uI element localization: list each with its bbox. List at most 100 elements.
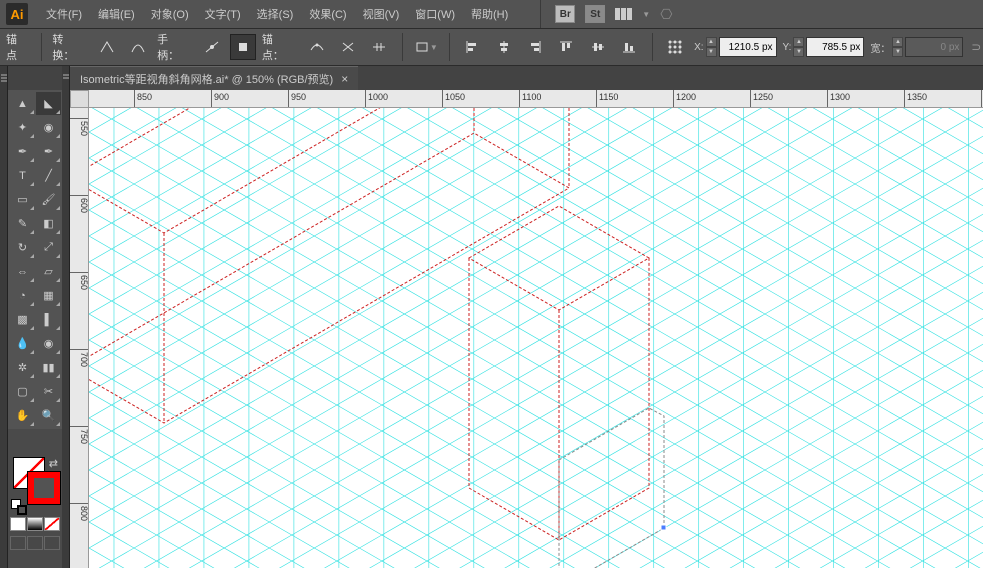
magic-wand-tool-icon: ✦	[18, 121, 27, 134]
y-stepper[interactable]: ▲▼	[793, 37, 804, 57]
magic-wand-tool[interactable]: ✦	[10, 116, 35, 139]
slice-tool[interactable]: ✂	[36, 380, 61, 403]
pen-tool[interactable]: ✒	[10, 140, 35, 163]
shape-builder-tool[interactable]: ◔	[10, 284, 35, 307]
color-mode-solid[interactable]	[10, 517, 26, 531]
zoom-tool-icon: 🔍	[42, 409, 56, 422]
handle-label: 手柄：	[157, 31, 189, 63]
isolate-button[interactable]: ▼	[413, 34, 439, 60]
selection-tool-icon: ▲	[17, 98, 28, 110]
swap-fill-stroke-icon[interactable]: ⇄	[49, 457, 58, 470]
control-bar: 锚点 转换： 手柄： 锚点： ▼ X: ▲▼ Y: ▲▼ 宽： ▲▼ ⊃	[0, 28, 983, 66]
zoom-tool[interactable]: 🔍	[36, 404, 61, 427]
fill-stroke-control[interactable]: ⇄	[8, 455, 62, 510]
pencil-tool[interactable]: ✎	[10, 212, 35, 235]
x-input[interactable]	[719, 37, 777, 57]
curvature-tool[interactable]: ✒	[36, 140, 61, 163]
ruler-vertical[interactable]: 550600650700750800	[70, 108, 89, 568]
close-icon[interactable]: ×	[341, 72, 348, 86]
symbol-sprayer-tool[interactable]: ✲	[10, 356, 35, 379]
graph-tool-icon: ▮▮	[42, 361, 54, 374]
rotate-tool[interactable]: ↻	[10, 236, 35, 259]
free-transform-tool[interactable]: ▱	[36, 260, 61, 283]
default-stroke-icon[interactable]	[17, 505, 27, 515]
remove-anchor-button[interactable]	[304, 34, 329, 60]
stroke-swatch[interactable]	[28, 472, 60, 504]
eyedropper-tool[interactable]: 💧	[10, 332, 35, 355]
menu-type[interactable]: 文字(T)	[197, 2, 249, 26]
handle-show-button[interactable]	[199, 34, 224, 60]
menu-object[interactable]: 对象(O)	[143, 2, 197, 26]
align-hcenter-button[interactable]	[491, 34, 516, 60]
symbol-sprayer-tool-icon: ✲	[18, 361, 27, 374]
direct-selection-tool[interactable]: ◣	[36, 92, 61, 115]
rectangle-tool[interactable]: ▭	[10, 188, 35, 211]
blend-tool-icon: ◉	[44, 337, 54, 350]
gradient-tool[interactable]: ▌	[36, 308, 61, 331]
align-bottom-button[interactable]	[616, 34, 641, 60]
draw-normal[interactable]	[10, 536, 26, 550]
menu-effect[interactable]: 效果(C)	[301, 2, 354, 26]
type-tool[interactable]: T	[10, 164, 35, 187]
width-tool-icon: ⇔	[17, 266, 28, 278]
toolbox: ▲◣✦◉✒✒T╱▭🖌✎◧↻⤢⇔▱◔▦▩▌💧◉✲▮▮▢✂✋🔍	[8, 90, 62, 429]
width-tool[interactable]: ⇔	[10, 260, 35, 283]
line-tool-icon: ╱	[45, 169, 52, 182]
ruler-horizontal[interactable]: 8509009501000105011001150120012501300135…	[89, 90, 983, 108]
line-tool[interactable]: ╱	[36, 164, 61, 187]
convert-corner-button[interactable]	[94, 34, 119, 60]
connect-path-button[interactable]	[367, 34, 392, 60]
align-left-button[interactable]	[460, 34, 485, 60]
perspective-tool[interactable]: ▦	[36, 284, 61, 307]
convert-smooth-button[interactable]	[126, 34, 151, 60]
chevron-down-icon: ▼	[642, 10, 650, 19]
blend-tool[interactable]: ◉	[36, 332, 61, 355]
w-stepper[interactable]: ▲▼	[892, 37, 903, 57]
paintbrush-tool[interactable]: 🖌	[36, 188, 61, 211]
color-mode-row	[8, 515, 62, 533]
color-mode-none[interactable]	[44, 517, 60, 531]
app-logo: Ai	[6, 3, 28, 25]
draw-inside[interactable]	[44, 536, 60, 550]
bridge-button[interactable]: Br	[555, 5, 575, 23]
handle-hide-button[interactable]	[230, 34, 255, 60]
menu-help[interactable]: 帮助(H)	[463, 2, 516, 26]
align-vcenter-button[interactable]	[585, 34, 610, 60]
canvas[interactable]	[89, 108, 983, 568]
menu-bar: Ai 文件(F) 编辑(E) 对象(O) 文字(T) 选择(S) 效果(C) 视…	[0, 0, 983, 28]
graph-tool[interactable]: ▮▮	[36, 356, 61, 379]
document-tab-bar: Isometric等距视角斜角网格.ai* @ 150% (RGB/预览) ×	[0, 66, 983, 90]
link-wh-icon[interactable]: ⊃	[969, 32, 983, 62]
pen-tool-icon: ✒	[18, 145, 27, 158]
scale-tool[interactable]: ⤢	[36, 236, 61, 259]
menu-select[interactable]: 选择(S)	[249, 2, 302, 26]
color-mode-gradient[interactable]	[27, 517, 43, 531]
cut-path-button[interactable]	[335, 34, 360, 60]
align-right-button[interactable]	[522, 34, 547, 60]
reference-point-icon[interactable]	[663, 34, 688, 60]
align-top-button[interactable]	[554, 34, 579, 60]
menu-file[interactable]: 文件(F)	[38, 2, 90, 26]
dock-strip-left[interactable]	[0, 66, 8, 568]
y-input[interactable]	[806, 37, 864, 57]
arrange-documents-icon[interactable]	[615, 8, 632, 20]
artboard-tool[interactable]: ▢	[10, 380, 35, 403]
mesh-tool[interactable]: ▩	[10, 308, 35, 331]
menu-edit[interactable]: 编辑(E)	[90, 2, 143, 26]
x-label: X:	[694, 42, 703, 53]
gpu-icon[interactable]: ⎔	[660, 6, 672, 23]
eraser-tool[interactable]: ◧	[36, 212, 61, 235]
ruler-origin[interactable]	[70, 90, 89, 108]
document-tab[interactable]: Isometric等距视角斜角网格.ai* @ 150% (RGB/预览) ×	[70, 66, 358, 90]
stock-button[interactable]: St	[585, 5, 605, 23]
x-stepper[interactable]: ▲▼	[706, 37, 717, 57]
y-label: Y:	[783, 42, 792, 53]
artwork-paths[interactable]	[89, 108, 983, 568]
lasso-tool[interactable]: ◉	[36, 116, 61, 139]
menu-window[interactable]: 窗口(W)	[407, 2, 463, 26]
dock-strip-panel[interactable]	[62, 66, 70, 568]
selection-tool[interactable]: ▲	[10, 92, 35, 115]
menu-view[interactable]: 视图(V)	[355, 2, 408, 26]
hand-tool[interactable]: ✋	[10, 404, 35, 427]
draw-behind[interactable]	[27, 536, 43, 550]
